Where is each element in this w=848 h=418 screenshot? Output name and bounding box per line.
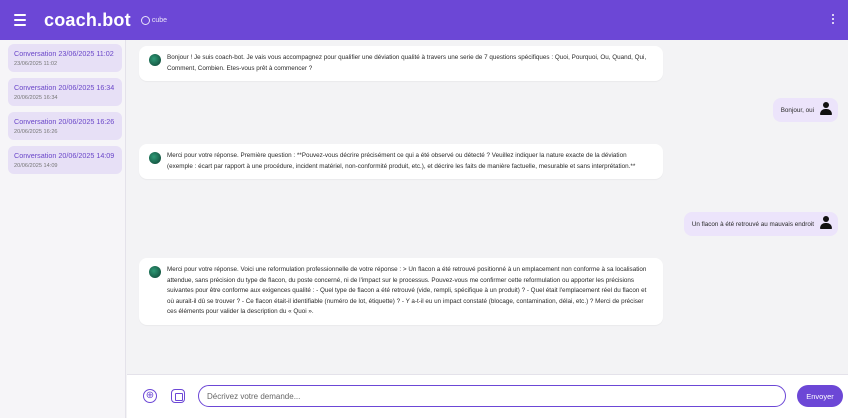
bot-message: Bonjour ! Je suis coach-bot. Je vais vou… [139,46,663,81]
conversation-item[interactable]: Conversation 20/06/2025 16:34 20/06/2025… [8,78,122,106]
conversation-title: Conversation 20/06/2025 16:26 [14,117,115,126]
user-message: Un flacon à été retrouvé au mauvais endr… [683,212,838,236]
message-input[interactable] [198,385,786,407]
brand-logo-icon: cube [140,15,167,25]
conversation-date: 23/06/2025 11:02 [14,61,58,67]
more-options-icon[interactable] [832,14,834,24]
conversation-item[interactable]: Conversation 20/06/2025 14:09 20/06/2025… [8,146,122,174]
message-text: Un flacon à été retrouvé au mauvais endr… [691,220,814,228]
bot-avatar-icon [149,152,161,164]
conversation-date: 20/06/2025 14:09 [14,163,58,169]
bot-avatar-icon [149,54,161,66]
send-button[interactable]: Envoyer [797,385,843,407]
user-avatar-icon [820,216,832,230]
conversation-title: Conversation 23/06/2025 11:02 [14,49,114,58]
conversation-date: 20/06/2025 16:34 [14,95,58,101]
conversation-item[interactable]: Conversation 23/06/2025 11:02 23/06/2025… [8,44,122,72]
message-text: Bonjour ! Je suis coach-bot. Je vais vou… [167,54,647,72]
message-text: Merci pour votre réponse. Voici une refo… [167,266,647,315]
conversation-sidebar: Conversation 23/06/2025 11:02 23/06/2025… [0,40,126,418]
conversation-title: Conversation 20/06/2025 16:34 [14,83,115,92]
conversation-title: Conversation 20/06/2025 14:09 [14,151,115,160]
conversation-date: 20/06/2025 16:26 [14,129,58,135]
bot-avatar-icon [149,266,161,278]
bot-message: Merci pour votre réponse. Voici une refo… [139,258,663,325]
bot-message: Merci pour votre réponse. Première quest… [139,144,663,179]
menu-icon[interactable] [14,14,32,26]
brand-logo-text: cube [151,16,167,24]
user-avatar-icon [820,102,832,116]
message-composer: ⊕ Envoyer [127,374,848,418]
message-text: Bonjour, oui [780,106,814,114]
attach-icon[interactable] [171,389,185,403]
add-icon[interactable]: ⊕ [143,389,157,403]
user-message: Bonjour, oui [772,98,838,122]
app-bar: coach.bot cube [0,0,848,40]
message-text: Merci pour votre réponse. Première quest… [167,152,636,170]
conversation-item[interactable]: Conversation 20/06/2025 16:26 20/06/2025… [8,112,122,140]
app-title: coach.bot [44,9,131,30]
chat-area: Bonjour ! Je suis coach-bot. Je vais vou… [127,40,848,374]
